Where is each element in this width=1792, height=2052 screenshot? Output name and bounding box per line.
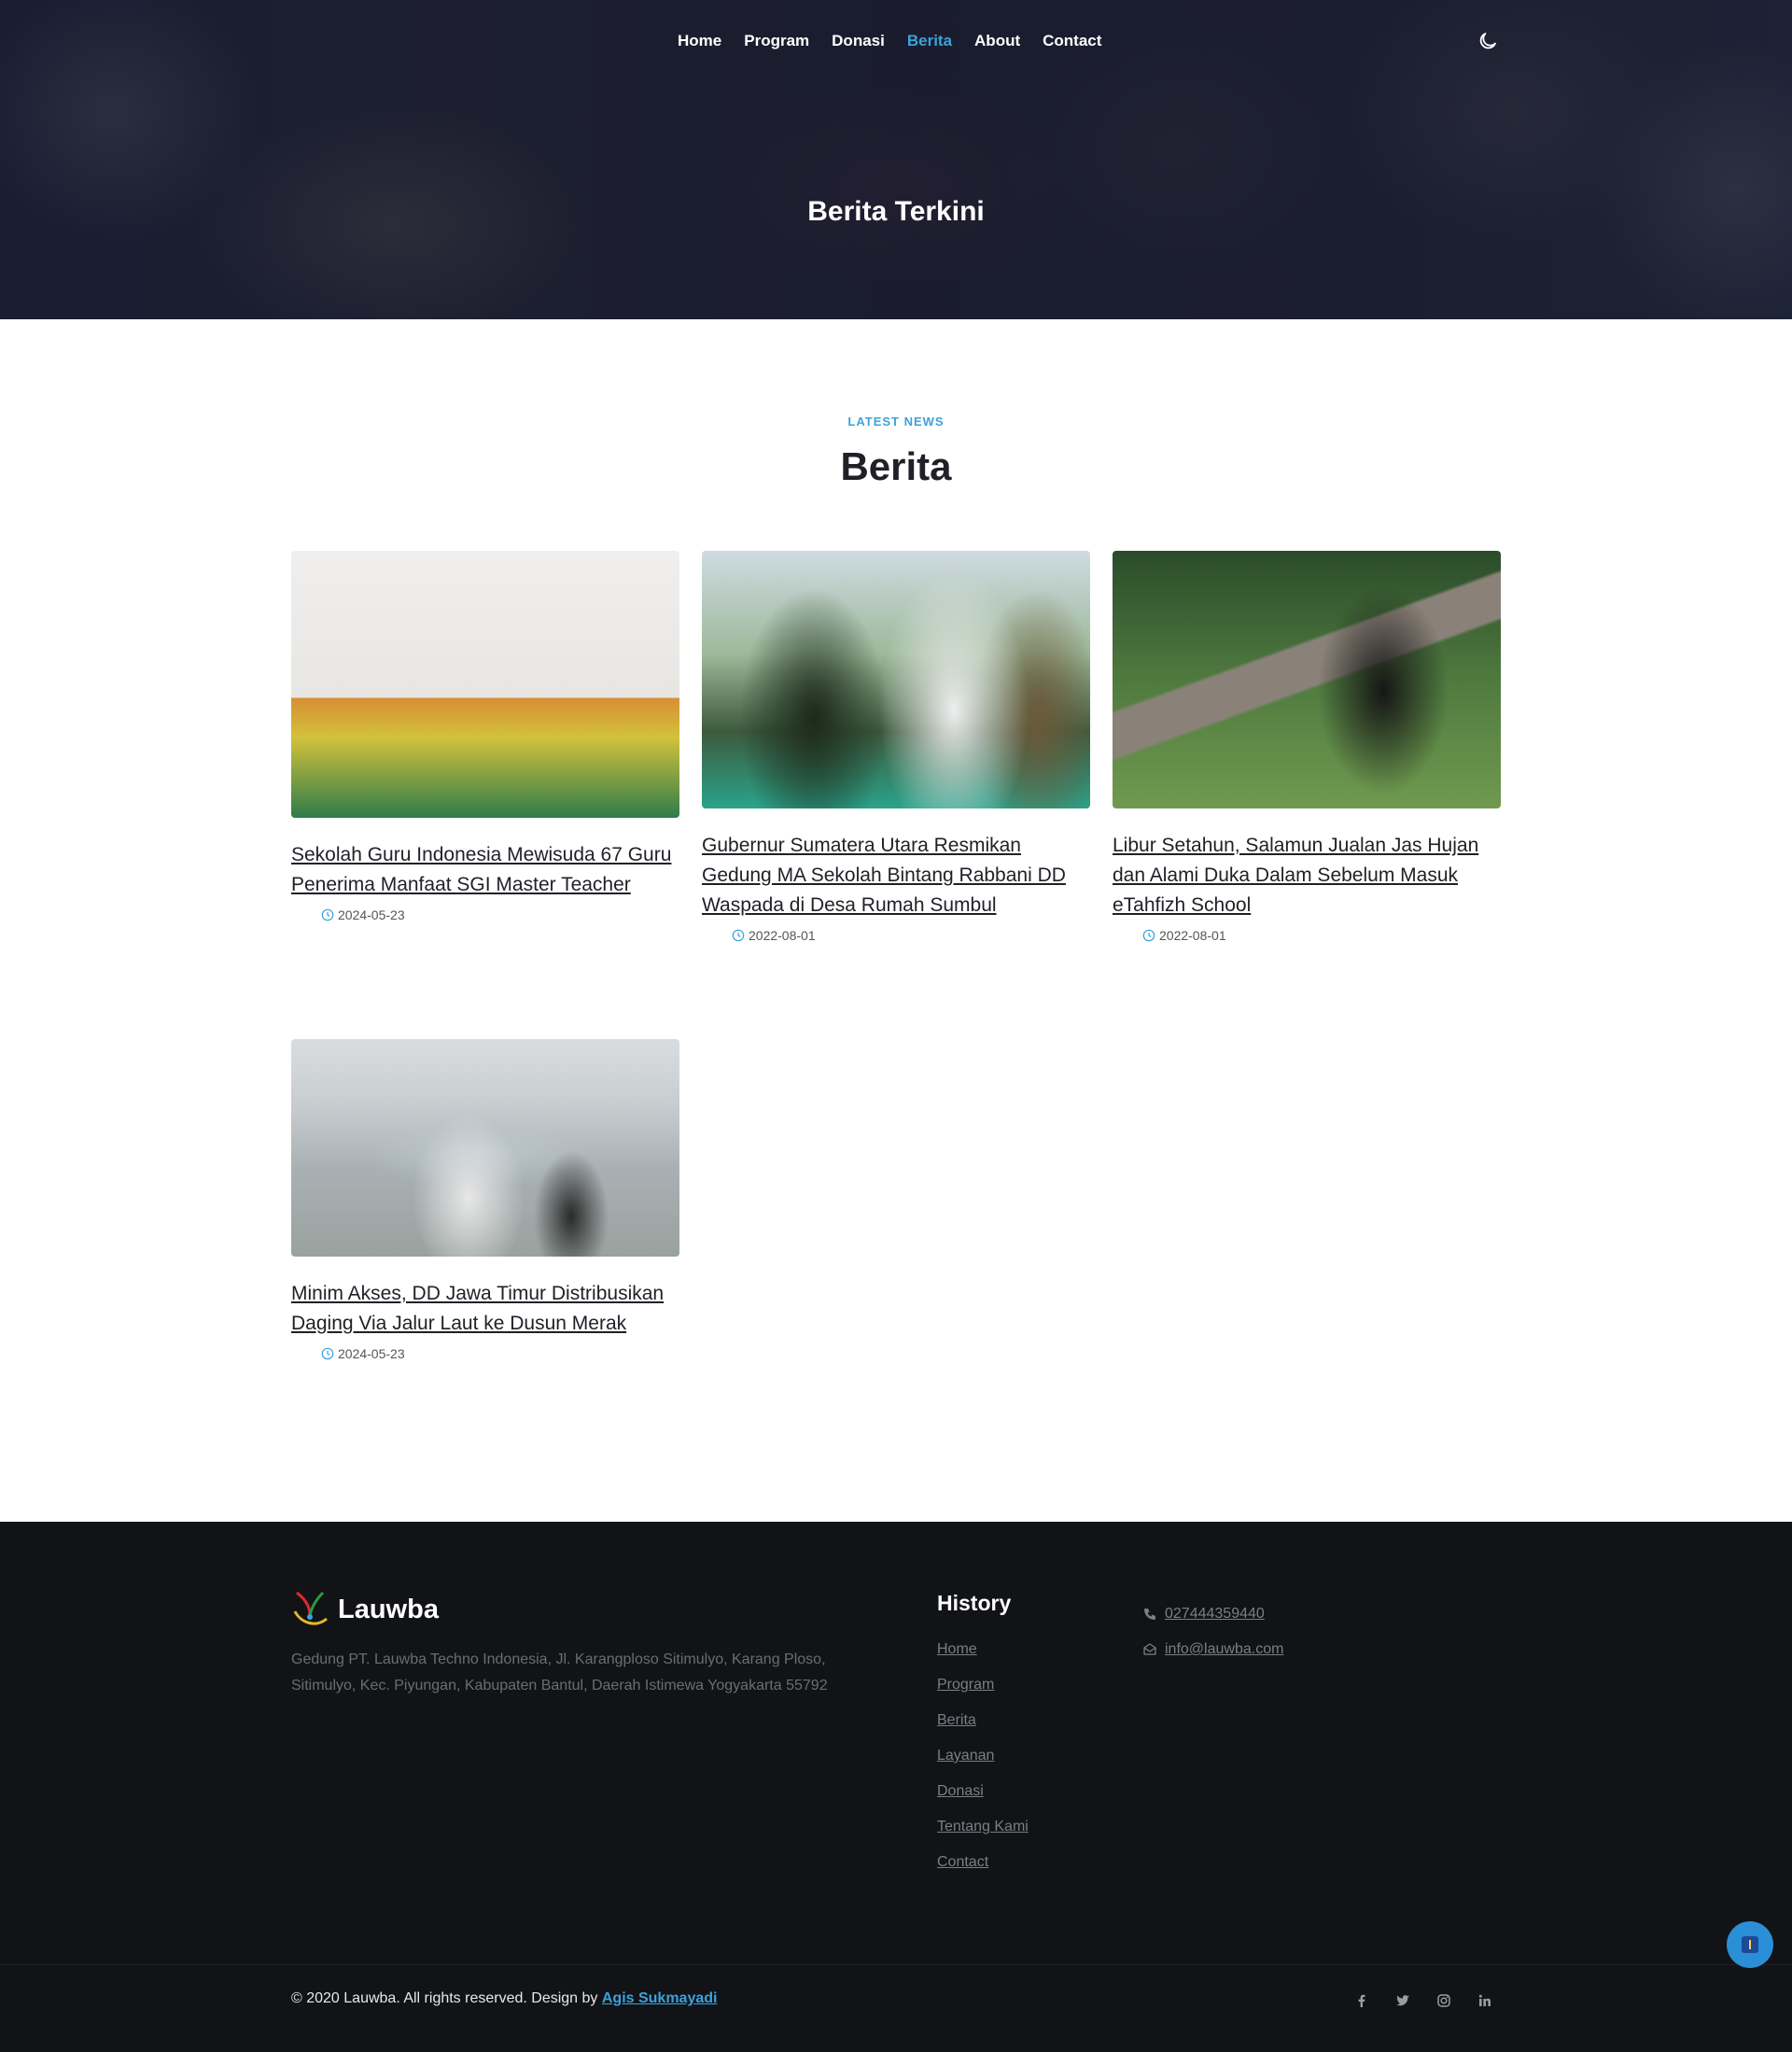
news-date-text: 2022-08-01 bbox=[749, 928, 816, 943]
section-title: Berita bbox=[840, 444, 952, 488]
news-card: Minim Akses, DD Jawa Timur Distribusikan… bbox=[291, 1039, 679, 1361]
moon-icon[interactable] bbox=[1477, 30, 1499, 52]
news-card: Sekolah Guru Indonesia Mewisuda 67 Guru … bbox=[291, 551, 679, 922]
nav-home[interactable]: Home bbox=[678, 30, 721, 52]
main-nav: Home Program Donasi Berita About Contact bbox=[678, 30, 1101, 52]
news-image[interactable] bbox=[291, 1039, 679, 1257]
facebook-icon[interactable] bbox=[1353, 1992, 1370, 2009]
news-title: Gubernur Sumatera Utara Resmikan Gedung … bbox=[702, 831, 1090, 921]
lauwba-logo-icon bbox=[293, 1591, 328, 1625]
news-title: Sekolah Guru Indonesia Mewisuda 67 Guru … bbox=[291, 840, 679, 900]
page-title: Berita Terkini bbox=[807, 196, 985, 227]
news-image[interactable] bbox=[291, 551, 679, 818]
email-link[interactable]: info@lauwba.com bbox=[1165, 1641, 1283, 1658]
footer-brand: Lauwba bbox=[338, 1594, 439, 1624]
nav-berita[interactable]: Berita bbox=[907, 30, 952, 52]
hero-banner: Home Program Donasi Berita About Contact… bbox=[0, 0, 1792, 319]
footer-email: info@lauwba.com bbox=[1142, 1641, 1283, 1658]
nav-donasi[interactable]: Donasi bbox=[832, 30, 885, 52]
designer-link[interactable]: Agis Sukmayadi bbox=[602, 1990, 718, 2006]
phone-link[interactable]: 027444359440 bbox=[1165, 1606, 1265, 1623]
phone-icon bbox=[1144, 1609, 1155, 1620]
footer-link-contact[interactable]: Contact bbox=[937, 1854, 988, 1870]
news-date: 2022-08-01 bbox=[732, 928, 1090, 943]
news-title-link[interactable]: Libur Setahun, Salamun Jualan Jas Hujan … bbox=[1113, 835, 1478, 916]
back-to-top-button[interactable] bbox=[1727, 1921, 1773, 1968]
news-date: 2022-08-01 bbox=[1142, 928, 1501, 943]
envelope-icon bbox=[1143, 1643, 1156, 1655]
news-title-link[interactable]: Sekolah Guru Indonesia Mewisuda 67 Guru … bbox=[291, 844, 671, 895]
nav-program[interactable]: Program bbox=[744, 30, 809, 52]
footer-links-heading: History bbox=[937, 1591, 1012, 1615]
news-title-link[interactable]: Minim Akses, DD Jawa Timur Distribusikan… bbox=[291, 1283, 664, 1334]
social-links bbox=[1353, 1992, 1493, 2009]
footer-link-home[interactable]: Home bbox=[937, 1641, 977, 1657]
news-date-text: 2024-05-23 bbox=[338, 1346, 405, 1361]
clock-icon bbox=[321, 1347, 334, 1360]
news-date: 2024-05-23 bbox=[321, 907, 679, 922]
news-date: 2024-05-23 bbox=[321, 1346, 679, 1361]
news-title-link[interactable]: Gubernur Sumatera Utara Resmikan Gedung … bbox=[702, 835, 1066, 916]
instagram-icon[interactable] bbox=[1435, 1992, 1452, 2009]
news-title: Libur Setahun, Salamun Jualan Jas Hujan … bbox=[1113, 831, 1501, 921]
news-image[interactable] bbox=[1113, 551, 1501, 808]
footer-link-program[interactable]: Program bbox=[937, 1677, 994, 1693]
nav-about[interactable]: About bbox=[974, 30, 1020, 52]
linkedin-icon[interactable] bbox=[1477, 1992, 1493, 2009]
footer-link-donasi[interactable]: Donasi bbox=[937, 1783, 984, 1799]
arrow-up-icon bbox=[1742, 1936, 1758, 1953]
footer-links: Home Program Berita Layanan Donasi Tenta… bbox=[937, 1641, 1029, 1890]
footer-link-layanan[interactable]: Layanan bbox=[937, 1748, 994, 1764]
clock-icon bbox=[732, 929, 745, 942]
footer-link-tentang-kami[interactable]: Tentang Kami bbox=[937, 1819, 1029, 1834]
news-title: Minim Akses, DD Jawa Timur Distribusikan… bbox=[291, 1279, 679, 1339]
footer-logo[interactable]: Lauwba bbox=[291, 1589, 439, 1630]
footer-divider bbox=[0, 1964, 1792, 1965]
news-date-text: 2022-08-01 bbox=[1159, 928, 1226, 943]
footer-address: Gedung PT. Lauwba Techno Indonesia, Jl. … bbox=[291, 1651, 828, 1694]
news-card: Libur Setahun, Salamun Jualan Jas Hujan … bbox=[1113, 551, 1501, 943]
copyright-text: © 2020 Lauwba. All rights reserved. Desi… bbox=[291, 1990, 602, 2006]
copyright: © 2020 Lauwba. All rights reserved. Desi… bbox=[291, 1990, 717, 2007]
footer: Lauwba Gedung PT. Lauwba Techno Indonesi… bbox=[0, 1522, 1792, 2052]
section-subtitle: LATEST NEWS bbox=[847, 415, 945, 429]
twitter-icon[interactable] bbox=[1394, 1992, 1411, 2009]
news-date-text: 2024-05-23 bbox=[338, 907, 405, 922]
news-image[interactable] bbox=[702, 551, 1090, 808]
footer-link-berita[interactable]: Berita bbox=[937, 1712, 976, 1728]
news-card: Gubernur Sumatera Utara Resmikan Gedung … bbox=[702, 551, 1090, 943]
clock-icon bbox=[321, 908, 334, 921]
clock-icon bbox=[1142, 929, 1155, 942]
footer-phone: 027444359440 bbox=[1142, 1606, 1265, 1623]
nav-contact[interactable]: Contact bbox=[1043, 30, 1101, 52]
